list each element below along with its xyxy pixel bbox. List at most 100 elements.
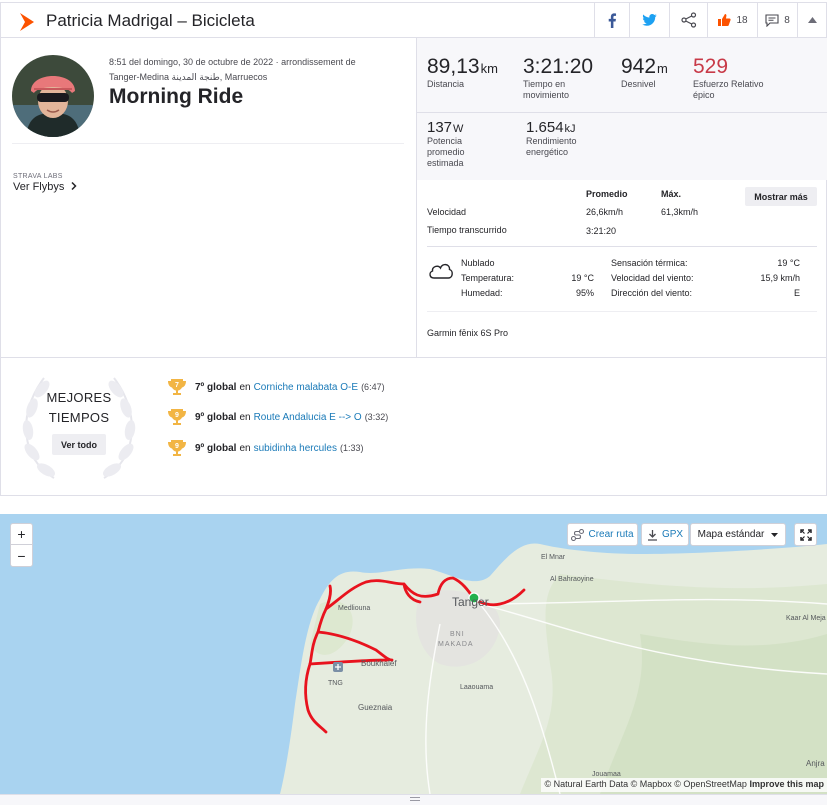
flybys-link[interactable]: Ver Flybys <box>13 181 77 193</box>
create-route-button[interactable]: Crear ruta <box>567 523 638 546</box>
strava-labs-label: STRAVA LABS <box>13 173 63 180</box>
activity-map[interactable]: Tanger El Mnar Al Bahraoyine Medliouna B… <box>0 514 827 794</box>
trophy-rank: 9 <box>175 443 179 450</box>
download-icon <box>647 529 657 541</box>
weather-condition: Nublado <box>461 258 495 268</box>
facebook-share-button[interactable] <box>594 3 629 37</box>
effort-time: (3:32) <box>364 412 389 422</box>
comments-button[interactable]: 8 <box>757 3 797 37</box>
relative-effort-value: 529 <box>693 55 729 78</box>
avatar-image <box>12 55 94 137</box>
fullscreen-button[interactable] <box>794 523 817 546</box>
map-label-al-bahraoyine: Al Bahraoyine <box>550 576 594 583</box>
show-more-button[interactable]: Mostrar más <box>745 187 817 206</box>
collapse-button[interactable] <box>797 3 827 37</box>
map-resize-bar[interactable] <box>0 794 827 805</box>
improve-map-link[interactable]: Improve this map <box>749 779 824 789</box>
weather-divider <box>427 246 817 247</box>
map-canvas[interactable]: Tanger El Mnar Al Bahraoyine Medliouna B… <box>0 514 827 794</box>
best-effort-item: 7 7º global en Corniche malabata O-E (6:… <box>167 377 385 397</box>
humidity-value: 95% <box>575 288 594 298</box>
temperature-label: Temperatura: <box>461 273 515 283</box>
map-label-medliouna: Medliouna <box>338 605 370 612</box>
elevation-label: Desnivel <box>621 79 656 89</box>
athlete-activity-title: Patricia Madrigal – Bicicleta <box>46 11 255 30</box>
stat-distance: 89,13km Distancia <box>427 55 498 90</box>
trophy-icon: 9 <box>168 440 186 456</box>
comment-count: 8 <box>784 14 790 26</box>
distance-label: Distancia <box>427 79 465 89</box>
trophy-icon: 9 <box>168 409 186 425</box>
stats-divider <box>417 112 827 113</box>
elapsed-time-value: 3:21:20 <box>586 226 617 236</box>
twitter-share-button[interactable] <box>629 3 669 37</box>
elevation-value: 942 <box>621 55 657 78</box>
map-attribution: © Natural Earth Data © Mapbox © OpenStre… <box>541 778 827 792</box>
resize-handle-icon[interactable] <box>410 797 420 801</box>
best-effort-item: 9 9º global en Route Andalucia E --> O (… <box>167 407 388 427</box>
caret-up-icon <box>808 17 817 23</box>
map-label-el-mnar: El Mnar <box>541 554 566 561</box>
create-route-label: Crear ruta <box>588 529 634 540</box>
zoom-out-button[interactable]: − <box>11 545 32 566</box>
map-label-tng: TNG <box>328 680 343 687</box>
zoom-controls: + − <box>10 523 33 567</box>
best-efforts-title-line-1: MEJORES <box>46 390 112 405</box>
flybys-label: Ver Flybys <box>13 181 65 193</box>
distance-value: 89,13 <box>427 55 480 78</box>
strava-chevron-icon <box>20 13 34 31</box>
moving-time-value: 3:21:20 <box>523 55 594 78</box>
activity-name: Morning Ride <box>109 85 244 108</box>
effort-connector: en <box>239 442 251 454</box>
column-average: Promedio <box>586 189 628 199</box>
distance-unit: km <box>480 61 498 76</box>
stat-elevation: 942m Desnivel <box>621 55 668 90</box>
segment-link[interactable]: Corniche malabata O-E <box>254 382 359 393</box>
elevation-unit: m <box>657 61 668 76</box>
elapsed-time-label: Tiempo transcurrido <box>427 225 507 235</box>
speed-average: 26,6km/h <box>586 207 624 217</box>
effort-rank: 9º global <box>195 442 237 454</box>
energy-label-2: energético <box>526 147 569 157</box>
speed-label: Velocidad <box>427 207 467 217</box>
effort-rank: 9º global <box>195 411 237 423</box>
gpx-download-button[interactable]: GPX <box>641 523 689 546</box>
wind-direction-value: E <box>793 288 800 298</box>
twitter-icon <box>642 14 657 26</box>
relative-effort-label-2: épico <box>693 90 715 100</box>
map-style-select[interactable]: Mapa estándar <box>690 523 786 546</box>
segment-link[interactable]: subidinha hercules <box>254 443 337 454</box>
map-label-boukhalef: Boukhalef <box>361 659 397 668</box>
map-label-anjra: Anjra <box>806 759 825 768</box>
power-unit: W <box>453 123 464 135</box>
effort-connector: en <box>239 381 251 393</box>
caret-down-icon <box>771 532 779 537</box>
power-value: 137 <box>427 119 453 136</box>
speed-max: 61,3km/h <box>661 207 699 217</box>
segment-link[interactable]: Route Andalucia E --> O <box>254 412 362 423</box>
athlete-avatar[interactable] <box>12 55 94 137</box>
power-label-2: promedio <box>427 147 465 157</box>
wind-direction-label: Dirección del viento: <box>611 288 693 298</box>
comment-icon <box>765 13 779 27</box>
wind-speed-value: 15,9 km/h <box>760 273 800 283</box>
map-label-laaouama: Laaouama <box>460 684 493 691</box>
effort-connector: en <box>239 411 251 423</box>
effort-rank: 7º global <box>195 381 237 393</box>
energy-unit: kJ <box>564 123 576 135</box>
facebook-icon <box>608 12 617 28</box>
best-efforts-title-line-2: TIEMPOS <box>48 410 110 425</box>
route-icon <box>571 528 585 541</box>
cloud-icon <box>429 263 453 279</box>
chevron-right-icon <box>71 181 77 191</box>
device-name: Garmin fēnix 6S Pro <box>427 328 509 338</box>
zoom-in-button[interactable]: + <box>11 524 32 545</box>
kudos-thumb-icon <box>718 14 732 26</box>
stat-relative-effort[interactable]: 529 Esfuerzo Relativo épico <box>693 55 764 101</box>
kudos-button[interactable]: 18 <box>707 3 757 37</box>
effort-time: (1:33) <box>339 443 364 453</box>
see-all-button[interactable]: Ver todo <box>52 434 106 455</box>
share-button[interactable] <box>669 3 707 37</box>
activity-meta: 8:51 del domingo, 30 de octubre de 2022 … <box>109 55 399 85</box>
power-label-1: Potencia <box>427 136 463 146</box>
